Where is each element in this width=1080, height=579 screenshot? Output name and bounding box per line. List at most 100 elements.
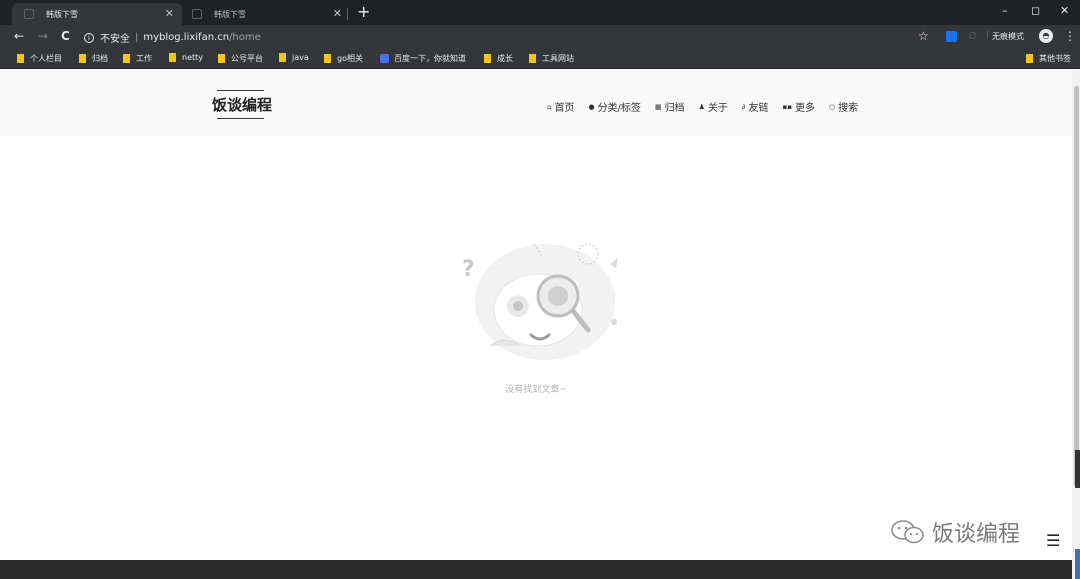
scrollbar-marker-blue <box>1075 549 1080 579</box>
minimize-button[interactable]: – <box>1002 4 1008 17</box>
url-path: /home <box>229 32 261 43</box>
folder-icon <box>79 54 86 63</box>
bookmark-item[interactable]: java <box>279 53 309 62</box>
bookmark-label: 成长 <box>497 54 513 63</box>
folder-icon <box>169 53 176 62</box>
empty-message: 没有找到文章~ <box>505 385 567 395</box>
scrollbar-marker <box>1075 450 1080 488</box>
close-window-button[interactable]: ✕ <box>1060 4 1069 17</box>
bookmark-label: netty <box>182 53 203 62</box>
bookmark-label: go相关 <box>337 54 363 63</box>
favicon-icon <box>24 9 34 19</box>
nav-more[interactable]: ▪▪ 更多 <box>782 99 815 115</box>
folder-icon <box>1026 54 1033 63</box>
bookmark-item[interactable]: 归档 <box>79 53 108 64</box>
tab-strip: 韩版下雪 ✕ 韩版下雪 ✕ + – ◻ ✕ <box>0 0 1080 25</box>
bookmark-item[interactable]: 公号平台 <box>218 53 263 64</box>
bookmark-item[interactable]: netty <box>169 53 203 62</box>
wechat-icon <box>891 520 924 544</box>
watermark-text: 饭谈编程 <box>932 522 1021 547</box>
new-tab-button[interactable]: + <box>357 2 370 21</box>
close-tab-icon[interactable]: ✕ <box>333 7 342 20</box>
svg-text:?: ? <box>462 257 475 282</box>
bookmark-item[interactable]: 百度一下，你就知道 <box>380 53 466 64</box>
folder-icon <box>324 54 331 63</box>
bookmark-item[interactable]: 个人栏目 <box>17 53 62 64</box>
tab-title: 韩版下雪 <box>46 9 78 19</box>
bookmark-label: 归档 <box>92 54 108 63</box>
forward-button[interactable]: → <box>38 29 48 43</box>
menu-icon[interactable]: ☰ <box>1046 531 1066 551</box>
nav-label: 分类/标签 <box>597 103 641 114</box>
tab-inactive[interactable]: 韩版下雪 ✕ <box>180 3 350 25</box>
bookmark-label: 百度一下，你就知道 <box>394 54 466 63</box>
nav-label: 搜索 <box>838 103 859 114</box>
bookmark-label: 个人栏目 <box>30 54 62 63</box>
folder-icon <box>529 54 536 63</box>
nav-links[interactable]: ∂ 友链 <box>741 99 769 115</box>
watermark: 饭谈编程 <box>890 516 1020 548</box>
grid-icon: ▪▪ <box>782 102 792 111</box>
favicon-icon <box>192 9 202 19</box>
link-icon: ∂ <box>741 102 746 111</box>
bookmark-label: 工具网站 <box>542 54 574 63</box>
bookmark-label: 公号平台 <box>231 54 263 63</box>
site-header: 饭谈编程 ⌂ 首页 ● 分类/标签 ▦ 归档 ♟ 关于 ∂ 友链 ▪▪ 更多 ○ 搜索 <box>0 70 1072 136</box>
search-icon: ○ <box>828 102 836 111</box>
folder-icon <box>218 54 225 63</box>
tab-active[interactable]: 韩版下雪 ✕ <box>12 3 182 25</box>
incognito-icon[interactable]: ◓ <box>1039 29 1053 43</box>
home-icon: ⌂ <box>547 102 552 111</box>
empty-state-illustration: ? <box>462 243 618 360</box>
title-rule-bottom <box>217 118 264 119</box>
reload-button[interactable]: C <box>61 29 70 43</box>
info-icon[interactable]: i <box>84 32 94 43</box>
close-tab-icon[interactable]: ✕ <box>165 7 174 20</box>
bookmark-item[interactable]: go相关 <box>324 53 363 64</box>
nav-label: 更多 <box>794 103 815 114</box>
url-host: myblog.lixifan.cn <box>143 32 230 43</box>
bookmark-label: 工作 <box>136 54 152 63</box>
user-icon: ♟ <box>698 102 705 111</box>
nav-home[interactable]: ⌂ 首页 <box>547 99 575 115</box>
nav-label: 归档 <box>664 103 685 114</box>
security-label: 不安全 <box>100 34 130 45</box>
bookmarks-bar: 个人栏目 归档 工作 netty 公号平台 java go相关 百度一下，你就知… <box>0 49 1080 69</box>
nav-about[interactable]: ♟ 关于 <box>698 99 728 115</box>
site-footer <box>0 560 1072 579</box>
extension-icon[interactable] <box>946 31 957 42</box>
maximize-button[interactable]: ◻ <box>1031 4 1040 17</box>
other-bookmarks[interactable]: 其他书签 <box>1026 53 1071 64</box>
nav-search[interactable]: ○ 搜索 <box>828 99 859 115</box>
nav-label: 关于 <box>707 103 728 114</box>
incognito-label: 无痕模式 <box>992 32 1024 41</box>
extension-leaf-icon[interactable]: ∅ <box>968 31 979 42</box>
nav-archive[interactable]: ▦ 归档 <box>654 99 685 115</box>
folder-icon <box>123 54 130 63</box>
address-bar[interactable]: i 不安全 | myblog.lixifan.cn /home <box>84 29 936 46</box>
bookmark-item[interactable]: 工具网站 <box>529 53 574 64</box>
archive-icon: ▦ <box>654 102 662 111</box>
nav-categories[interactable]: ● 分类/标签 <box>588 99 641 115</box>
bookmark-item[interactable]: 工作 <box>123 53 152 64</box>
nav-label: 友链 <box>748 103 769 114</box>
menu-more-icon[interactable]: ⋮ <box>1064 29 1076 43</box>
bookmark-star-icon[interactable]: ☆ <box>918 29 929 43</box>
tab-divider <box>347 8 348 20</box>
bookmark-label: 其他书签 <box>1039 54 1071 63</box>
page-content: 饭谈编程 ⌂ 首页 ● 分类/标签 ▦ 归档 ♟ 关于 ∂ 友链 ▪▪ 更多 ○ 搜索 ? 没… <box>0 70 1072 579</box>
bookmark-item[interactable]: 成长 <box>484 53 513 64</box>
site-nav: ⌂ 首页 ● 分类/标签 ▦ 归档 ♟ 关于 ∂ 友链 ▪▪ 更多 ○ 搜索 <box>547 99 872 115</box>
address-separator: | <box>135 32 139 43</box>
folder-icon <box>17 54 24 63</box>
title-rule-top <box>217 90 264 91</box>
scrollbar-thumb[interactable] <box>1074 86 1079 486</box>
tag-icon: ● <box>588 102 595 111</box>
nav-label: 首页 <box>554 103 575 114</box>
site-title[interactable]: 饭谈编程 <box>212 94 272 115</box>
folder-icon <box>279 53 286 62</box>
toolbar-divider: | <box>986 30 990 40</box>
baidu-icon <box>380 54 389 63</box>
back-button[interactable]: ← <box>14 29 24 43</box>
bookmark-label: java <box>292 53 309 62</box>
